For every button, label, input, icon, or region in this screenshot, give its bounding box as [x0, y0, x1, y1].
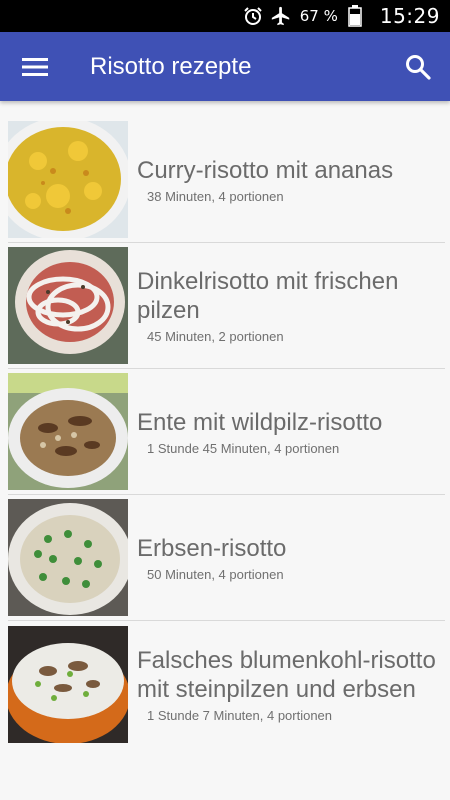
recipe-title: Ente mit wildpilz-risotto	[137, 408, 383, 436]
recipe-item[interactable]: Falsches blumenkohl-risotto mit steinpil…	[8, 621, 445, 747]
app-title: Risotto rezepte	[90, 52, 252, 80]
recipe-thumbnail	[8, 247, 128, 364]
recipe-meta: 50 Minuten, 4 portionen	[147, 566, 284, 582]
recipe-thumbnail	[8, 121, 128, 238]
search-button[interactable]	[400, 49, 436, 85]
recipe-title: Dinkelrisotto mit frischen pilzen	[137, 268, 399, 324]
battery-icon	[344, 5, 366, 27]
recipe-thumbnail	[8, 625, 128, 743]
recipe-meta: 1 Stunde 45 Minuten, 4 portionen	[147, 440, 340, 456]
recipe-item[interactable]: Ente mit wildpilz-risotto 1 Stunde 45 Mi…	[8, 369, 445, 495]
search-icon	[406, 54, 431, 80]
status-bar: 67 % 15:29	[0, 0, 450, 32]
alarm-icon	[242, 5, 264, 27]
recipe-title: Falsches blumenkohl-risotto mit steinpil…	[137, 646, 436, 703]
app-bar: Risotto rezepte	[0, 32, 450, 101]
hamburger-menu-icon	[22, 57, 48, 76]
recipe-item[interactable]: Curry-risotto mit ananas 38 Minuten, 4 p…	[8, 117, 445, 243]
airplane-mode-icon	[270, 5, 292, 27]
menu-button[interactable]	[18, 50, 52, 84]
recipe-thumbnail	[8, 499, 128, 616]
recipe-title: Curry-risotto mit ananas	[137, 156, 394, 184]
recipe-item[interactable]: Erbsen-risotto 50 Minuten, 4 portionen	[8, 495, 445, 621]
battery-percent: 67 %	[299, 7, 338, 25]
clock: 15:29	[379, 4, 440, 28]
recipe-thumbnail	[8, 373, 128, 490]
recipe-meta: 45 Minuten, 2 portionen	[147, 329, 284, 344]
recipe-item[interactable]: Dinkelrisotto mit frischen pilzen 45 Min…	[8, 243, 445, 369]
recipe-meta: 38 Minuten, 4 portionen	[147, 188, 284, 204]
recipe-meta: 1 Stunde 7 Minuten, 4 portionen	[147, 707, 333, 723]
recipe-list: Curry-risotto mit ananas 38 Minuten, 4 p…	[0, 117, 450, 747]
recipe-title: Erbsen-risotto	[137, 534, 287, 562]
